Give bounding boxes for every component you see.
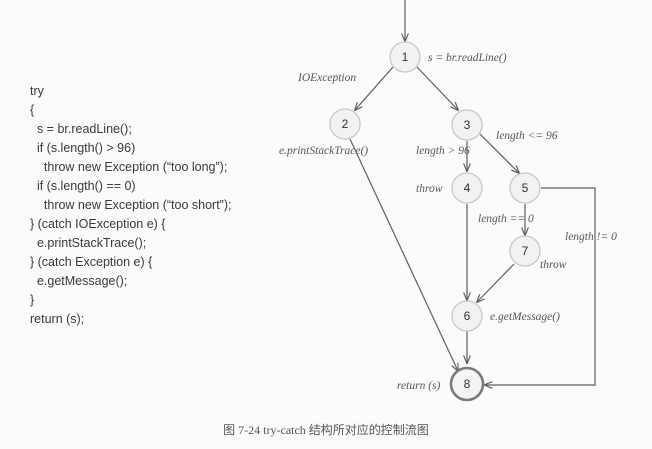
svg-text:7: 7 — [522, 244, 529, 258]
label-ioexception: IOException — [297, 72, 356, 84]
node-1: 1 — [389, 41, 421, 73]
svg-text:5: 5 — [522, 181, 529, 195]
node-5: 5 — [509, 172, 541, 204]
control-flow-graph: 1 2 3 4 5 7 6 8 s = br.readLine() IOExce… — [279, 0, 617, 402]
svg-text:2: 2 — [342, 117, 349, 131]
node-2: 2 — [329, 108, 361, 140]
edge-2-8 — [349, 138, 458, 371]
label-return-s: return (s) — [397, 380, 441, 392]
svg-text:8: 8 — [464, 377, 471, 391]
label-length-le-96: length <= 96 — [496, 130, 558, 142]
figure-caption: 图 7-24 try-catch 结构所对应的控制流图 — [223, 423, 429, 437]
node-7: 7 — [509, 235, 541, 267]
edge-1-3 — [416, 66, 458, 110]
label-throw-7: throw — [540, 259, 567, 271]
label-length-ne-0: length != 0 — [565, 231, 617, 243]
label-print-stack-trace: e.printStackTrace() — [279, 145, 368, 157]
node-4: 4 — [451, 172, 483, 204]
label-length-gt-96: length > 96 — [416, 145, 470, 157]
label-throw-4: throw — [416, 183, 443, 195]
label-get-message: e.getMessage() — [490, 311, 560, 323]
node-3: 3 — [451, 109, 483, 141]
svg-text:4: 4 — [464, 181, 471, 195]
label-length-eq-0: length == 0 — [478, 213, 534, 225]
edge-1-2 — [355, 66, 394, 110]
edge-7-6 — [477, 263, 515, 302]
label-readline: s = br.readLine() — [428, 52, 507, 64]
svg-text:3: 3 — [464, 118, 471, 132]
svg-text:6: 6 — [464, 309, 471, 323]
svg-text:1: 1 — [402, 50, 409, 64]
node-8: 8 — [449, 366, 485, 402]
node-6: 6 — [451, 300, 483, 332]
